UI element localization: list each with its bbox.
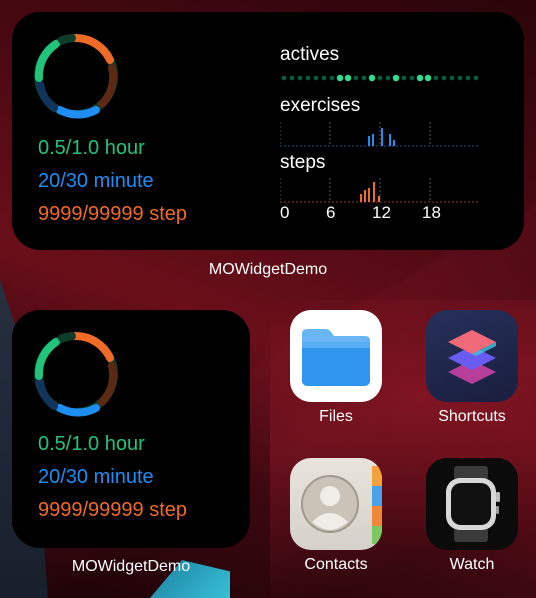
actives-dot — [457, 75, 463, 81]
app-files[interactable]: Files — [290, 310, 382, 426]
actives-dot — [305, 75, 311, 81]
hour-stat: 0.5/1.0 hour — [38, 433, 145, 455]
actives-dot — [353, 75, 359, 81]
actives-dot — [313, 75, 319, 81]
actives-dot — [344, 74, 352, 82]
actives-dot — [409, 75, 415, 81]
activity-stats: 0.5/1.0 hour 20/30 minute 9999/99999 ste… — [38, 428, 187, 527]
large-widget-caption: MOWidgetDemo — [208, 261, 328, 278]
actives-dot — [441, 75, 447, 81]
minute-stat: 20/30 minute — [38, 466, 154, 488]
actives-dot — [424, 74, 432, 82]
actives-label: actives — [280, 44, 340, 65]
actives-dot — [433, 75, 439, 81]
actives-dot — [385, 75, 391, 81]
hour-axis: 0 6 12 18 — [280, 203, 480, 225]
actives-dot — [361, 75, 367, 81]
app-label-shortcuts: Shortcuts — [438, 408, 506, 425]
minute-stat: 20/30 minute — [38, 170, 154, 192]
app-shortcuts[interactable]: Shortcuts — [426, 310, 518, 426]
shortcuts-layers-icon[interactable] — [426, 310, 518, 402]
exercises-bar-chart — [280, 122, 480, 147]
app-label-watch: Watch — [449, 556, 495, 573]
activity-widget-large[interactable]: 0.5/1.0 hour 20/30 minute 9999/99999 ste… — [12, 12, 524, 250]
hour-stat: 0.5/1.0 hour — [38, 137, 145, 159]
actives-dot — [377, 75, 383, 81]
small-widget-caption: MOWidgetDemo — [71, 558, 191, 575]
steps-bar-chart — [280, 178, 480, 203]
app-label-contacts: Contacts — [304, 556, 368, 573]
actives-dot — [416, 74, 424, 82]
hour-tick-18: 18 — [422, 203, 441, 222]
app-contacts[interactable]: Contacts — [290, 458, 382, 574]
activity-widget-small[interactable]: 0.5/1.0 hour 20/30 minute 9999/99999 ste… — [12, 310, 250, 548]
hour-tick-12: 12 — [372, 203, 391, 222]
actives-dots-chart — [281, 74, 479, 82]
actives-dot — [329, 75, 335, 81]
step-stat: 9999/99999 step — [38, 499, 188, 521]
actives-dot — [473, 75, 479, 81]
actives-dot — [297, 75, 303, 81]
activity-ring-icon — [34, 34, 118, 119]
apple-watch-icon[interactable] — [426, 458, 518, 550]
contacts-person-icon[interactable] — [290, 458, 382, 550]
app-label-files: Files — [319, 408, 353, 425]
activity-stats: 0.5/1.0 hour 20/30 minute 9999/99999 ste… — [38, 132, 187, 231]
files-folder-icon[interactable] — [290, 310, 382, 402]
actives-dot — [321, 75, 327, 81]
exercises-label: exercises — [280, 95, 361, 116]
actives-dot — [336, 74, 344, 82]
actives-dot — [392, 74, 400, 82]
actives-dot — [368, 74, 376, 82]
steps-label: steps — [280, 152, 326, 173]
hour-tick-6: 6 — [326, 203, 336, 222]
activity-ring-icon — [34, 332, 118, 417]
app-watch[interactable]: Watch — [426, 458, 518, 574]
actives-dot — [465, 75, 471, 81]
actives-dot — [449, 75, 455, 81]
hour-tick-0: 0 — [280, 203, 290, 222]
actives-dot — [281, 75, 287, 81]
activity-charts: actives exercises steps 0 6 12 18 — [280, 40, 480, 240]
actives-dot — [401, 75, 407, 81]
step-stat: 9999/99999 step — [38, 203, 188, 225]
actives-dot — [289, 75, 295, 81]
